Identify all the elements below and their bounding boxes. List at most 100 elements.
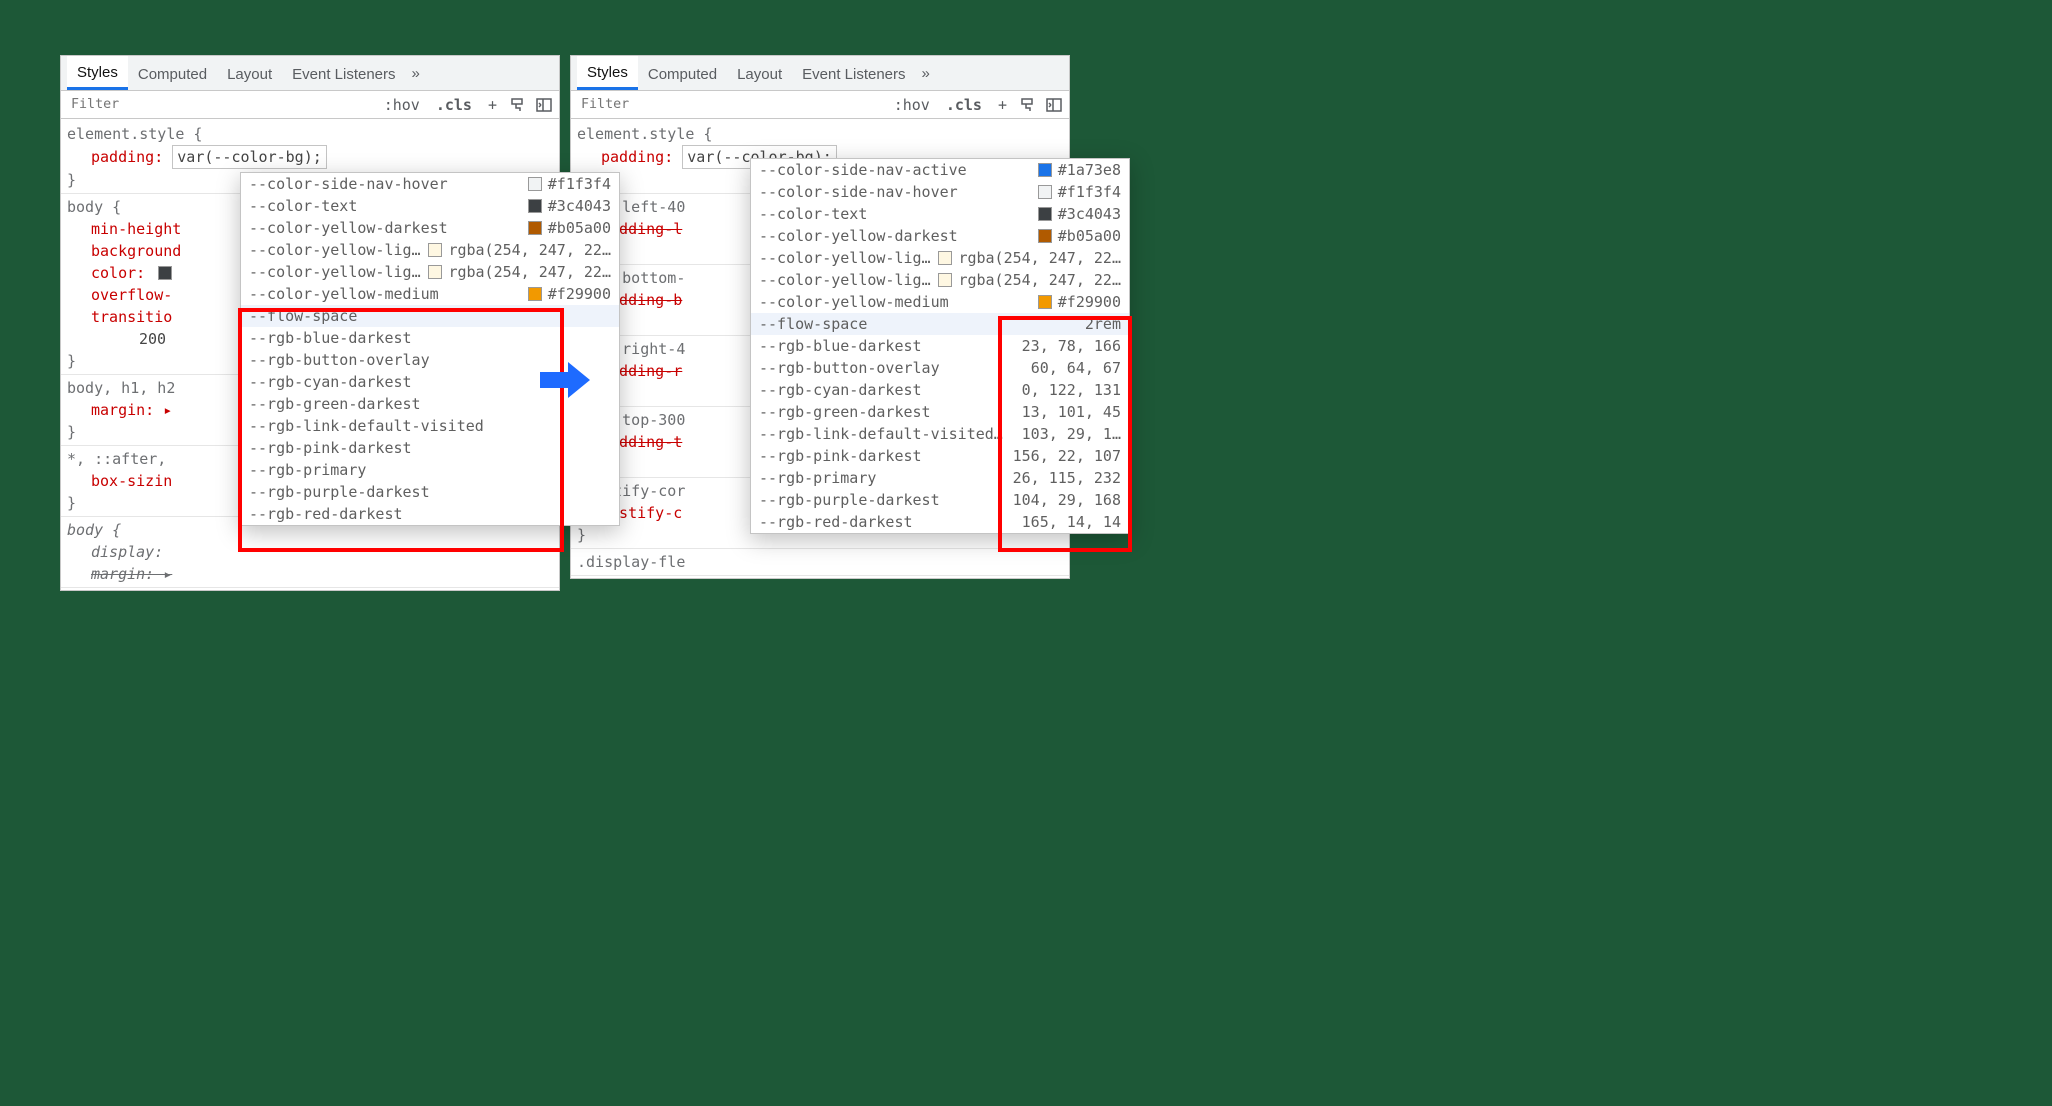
autocomplete-item[interactable]: --rgb-primary26, 115, 232	[751, 467, 1129, 489]
var-value: #f29900	[1058, 291, 1121, 313]
autocomplete-item[interactable]: --rgb-primary	[241, 459, 619, 481]
autocomplete-item[interactable]: --color-yellow-lig… rgba(254, 247, 22…	[751, 247, 1129, 269]
autocomplete-item[interactable]: --color-side-nav-hover#f1f3f4	[751, 181, 1129, 203]
autocomplete-item[interactable]: --rgb-link-default-visited	[241, 415, 619, 437]
rule-body-ua[interactable]: body { display: margin: ▸	[61, 517, 559, 588]
color-swatch	[1038, 207, 1052, 221]
autocomplete-item[interactable]: --color-yellow-ligh…rgba(254, 247, 22…	[751, 269, 1129, 291]
cls-toggle[interactable]: .cls	[942, 94, 986, 116]
var-name: --color-yellow-lig…	[249, 239, 422, 261]
tab-styles[interactable]: Styles	[67, 56, 128, 90]
var-name: --color-text	[249, 195, 522, 217]
tab-computed[interactable]: Computed	[128, 58, 217, 89]
autocomplete-item[interactable]: --rgb-blue-darkest23, 78, 166	[751, 335, 1129, 357]
autocomplete-item[interactable]: --color-yellow-medium#f29900	[751, 291, 1129, 313]
autocomplete-item[interactable]: --color-yellow-darkest #b05a00	[751, 225, 1129, 247]
color-swatch	[1038, 229, 1052, 243]
var-value: #f29900	[548, 283, 611, 305]
var-name: --rgb-red-darkest	[759, 511, 1022, 533]
var-name: --color-yellow-ligh…	[759, 269, 932, 291]
rule-display-flex[interactable]: .display-fle	[571, 549, 1069, 576]
autocomplete-item[interactable]: --color-yellow-lig… rgba(254, 247, 22…	[241, 239, 619, 261]
color-swatch[interactable]	[158, 266, 172, 280]
var-name: --flow-space	[759, 313, 1085, 335]
var-name: --rgb-primary	[249, 459, 611, 481]
toggle-sidebar-icon[interactable]	[1045, 96, 1063, 114]
autocomplete-item[interactable]: --color-text #3c4043	[751, 203, 1129, 225]
autocomplete-item[interactable]: --color-text#3c4043	[241, 195, 619, 217]
var-name: --rgb-link-default-visited…	[759, 423, 1022, 445]
var-name: --rgb-blue-darkest	[249, 327, 611, 349]
prop-padding[interactable]: padding:	[67, 148, 163, 166]
autocomplete-popup[interactable]: --color-side-nav-hover#f1f3f4--color-tex…	[240, 172, 620, 526]
var-name: --rgb-primary	[759, 467, 1013, 489]
tab-styles[interactable]: Styles	[577, 56, 638, 90]
autocomplete-item[interactable]: --color-yellow-darkest#b05a00	[241, 217, 619, 239]
prop-display[interactable]: display:	[67, 541, 553, 563]
var-name: --color-yellow-medium	[249, 283, 522, 305]
value-editor[interactable]: var(--color-bg);	[172, 145, 327, 169]
var-name: --color-side-nav-hover	[759, 181, 1032, 203]
var-value: 26, 115, 232	[1013, 467, 1121, 489]
var-name: --color-side-nav-hover	[249, 173, 522, 195]
filterbar: :hov .cls +	[61, 91, 559, 119]
tab-layout[interactable]: Layout	[217, 58, 282, 89]
autocomplete-item[interactable]: --flow-space2rem	[751, 313, 1129, 335]
autocomplete-item[interactable]: --rgb-cyan-darkest0, 122, 131	[751, 379, 1129, 401]
prop-margin[interactable]: margin: ▸	[67, 563, 553, 585]
var-value: rgba(254, 247, 22…	[958, 247, 1121, 269]
color-swatch	[1038, 185, 1052, 199]
tab-layout[interactable]: Layout	[727, 58, 792, 89]
color-swatch	[938, 273, 952, 287]
autocomplete-item[interactable]: --rgb-red-darkest165, 14, 14	[751, 511, 1129, 533]
var-name: --color-yellow-lig…	[759, 247, 932, 269]
cls-toggle[interactable]: .cls	[432, 94, 476, 116]
autocomplete-item[interactable]: --rgb-red-darkest	[241, 503, 619, 525]
color-swatch	[1038, 163, 1052, 177]
new-rule-button[interactable]: +	[484, 94, 501, 116]
var-value: 13, 101, 45	[1022, 401, 1121, 423]
tab-event-listeners[interactable]: Event Listeners	[792, 58, 915, 89]
styles-filter-input[interactable]	[67, 93, 372, 116]
color-swatch	[528, 199, 542, 213]
var-name: --color-yellow-darkest	[249, 217, 522, 239]
autocomplete-item[interactable]: --color-yellow-ligh…rgba(254, 247, 22…	[241, 261, 619, 283]
tab-computed[interactable]: Computed	[638, 58, 727, 89]
autocomplete-item[interactable]: --rgb-button-overlay60, 64, 67	[751, 357, 1129, 379]
autocomplete-item[interactable]: --rgb-purple-darkest	[241, 481, 619, 503]
tabs-more-icon[interactable]: »	[916, 59, 936, 88]
tabs-more-icon[interactable]: »	[406, 59, 426, 88]
paint-icon[interactable]	[1019, 96, 1037, 114]
color-swatch	[428, 265, 442, 279]
autocomplete-item[interactable]: --rgb-link-default-visited…103, 29, 1…	[751, 423, 1129, 445]
new-rule-button[interactable]: +	[994, 94, 1011, 116]
tabbar: Styles Computed Layout Event Listeners »	[61, 56, 559, 91]
var-name: --color-yellow-darkest	[759, 225, 1032, 247]
var-name: --color-text	[759, 203, 1032, 225]
var-name: --rgb-cyan-darkest	[759, 379, 1022, 401]
autocomplete-popup[interactable]: --color-side-nav-active#1a73e8--color-si…	[750, 158, 1130, 534]
hov-toggle[interactable]: :hov	[890, 94, 934, 116]
styles-filter-input[interactable]	[577, 93, 882, 116]
var-name: --color-yellow-ligh…	[249, 261, 422, 283]
autocomplete-item[interactable]: --color-yellow-medium #f29900	[241, 283, 619, 305]
color-swatch	[528, 287, 542, 301]
autocomplete-item[interactable]: --rgb-blue-darkest	[241, 327, 619, 349]
autocomplete-item[interactable]: --color-side-nav-active#1a73e8	[751, 159, 1129, 181]
var-value: #b05a00	[1058, 225, 1121, 247]
autocomplete-item[interactable]: --rgb-pink-darkest156, 22, 107	[751, 445, 1129, 467]
prop-padding[interactable]: padding:	[577, 148, 673, 166]
var-value: #3c4043	[1058, 203, 1121, 225]
var-value: rgba(254, 247, 22…	[448, 239, 611, 261]
autocomplete-item[interactable]: --color-side-nav-hover#f1f3f4	[241, 173, 619, 195]
autocomplete-item[interactable]: --rgb-purple-darkest104, 29, 168	[751, 489, 1129, 511]
autocomplete-item[interactable]: --rgb-green-darkest13, 101, 45	[751, 401, 1129, 423]
prop-color[interactable]: color:	[67, 264, 154, 282]
tab-event-listeners[interactable]: Event Listeners	[282, 58, 405, 89]
var-value: 60, 64, 67	[1031, 357, 1121, 379]
toggle-sidebar-icon[interactable]	[535, 96, 553, 114]
autocomplete-item[interactable]: --flow-space	[241, 305, 619, 327]
autocomplete-item[interactable]: --rgb-pink-darkest	[241, 437, 619, 459]
hov-toggle[interactable]: :hov	[380, 94, 424, 116]
paint-icon[interactable]	[509, 96, 527, 114]
